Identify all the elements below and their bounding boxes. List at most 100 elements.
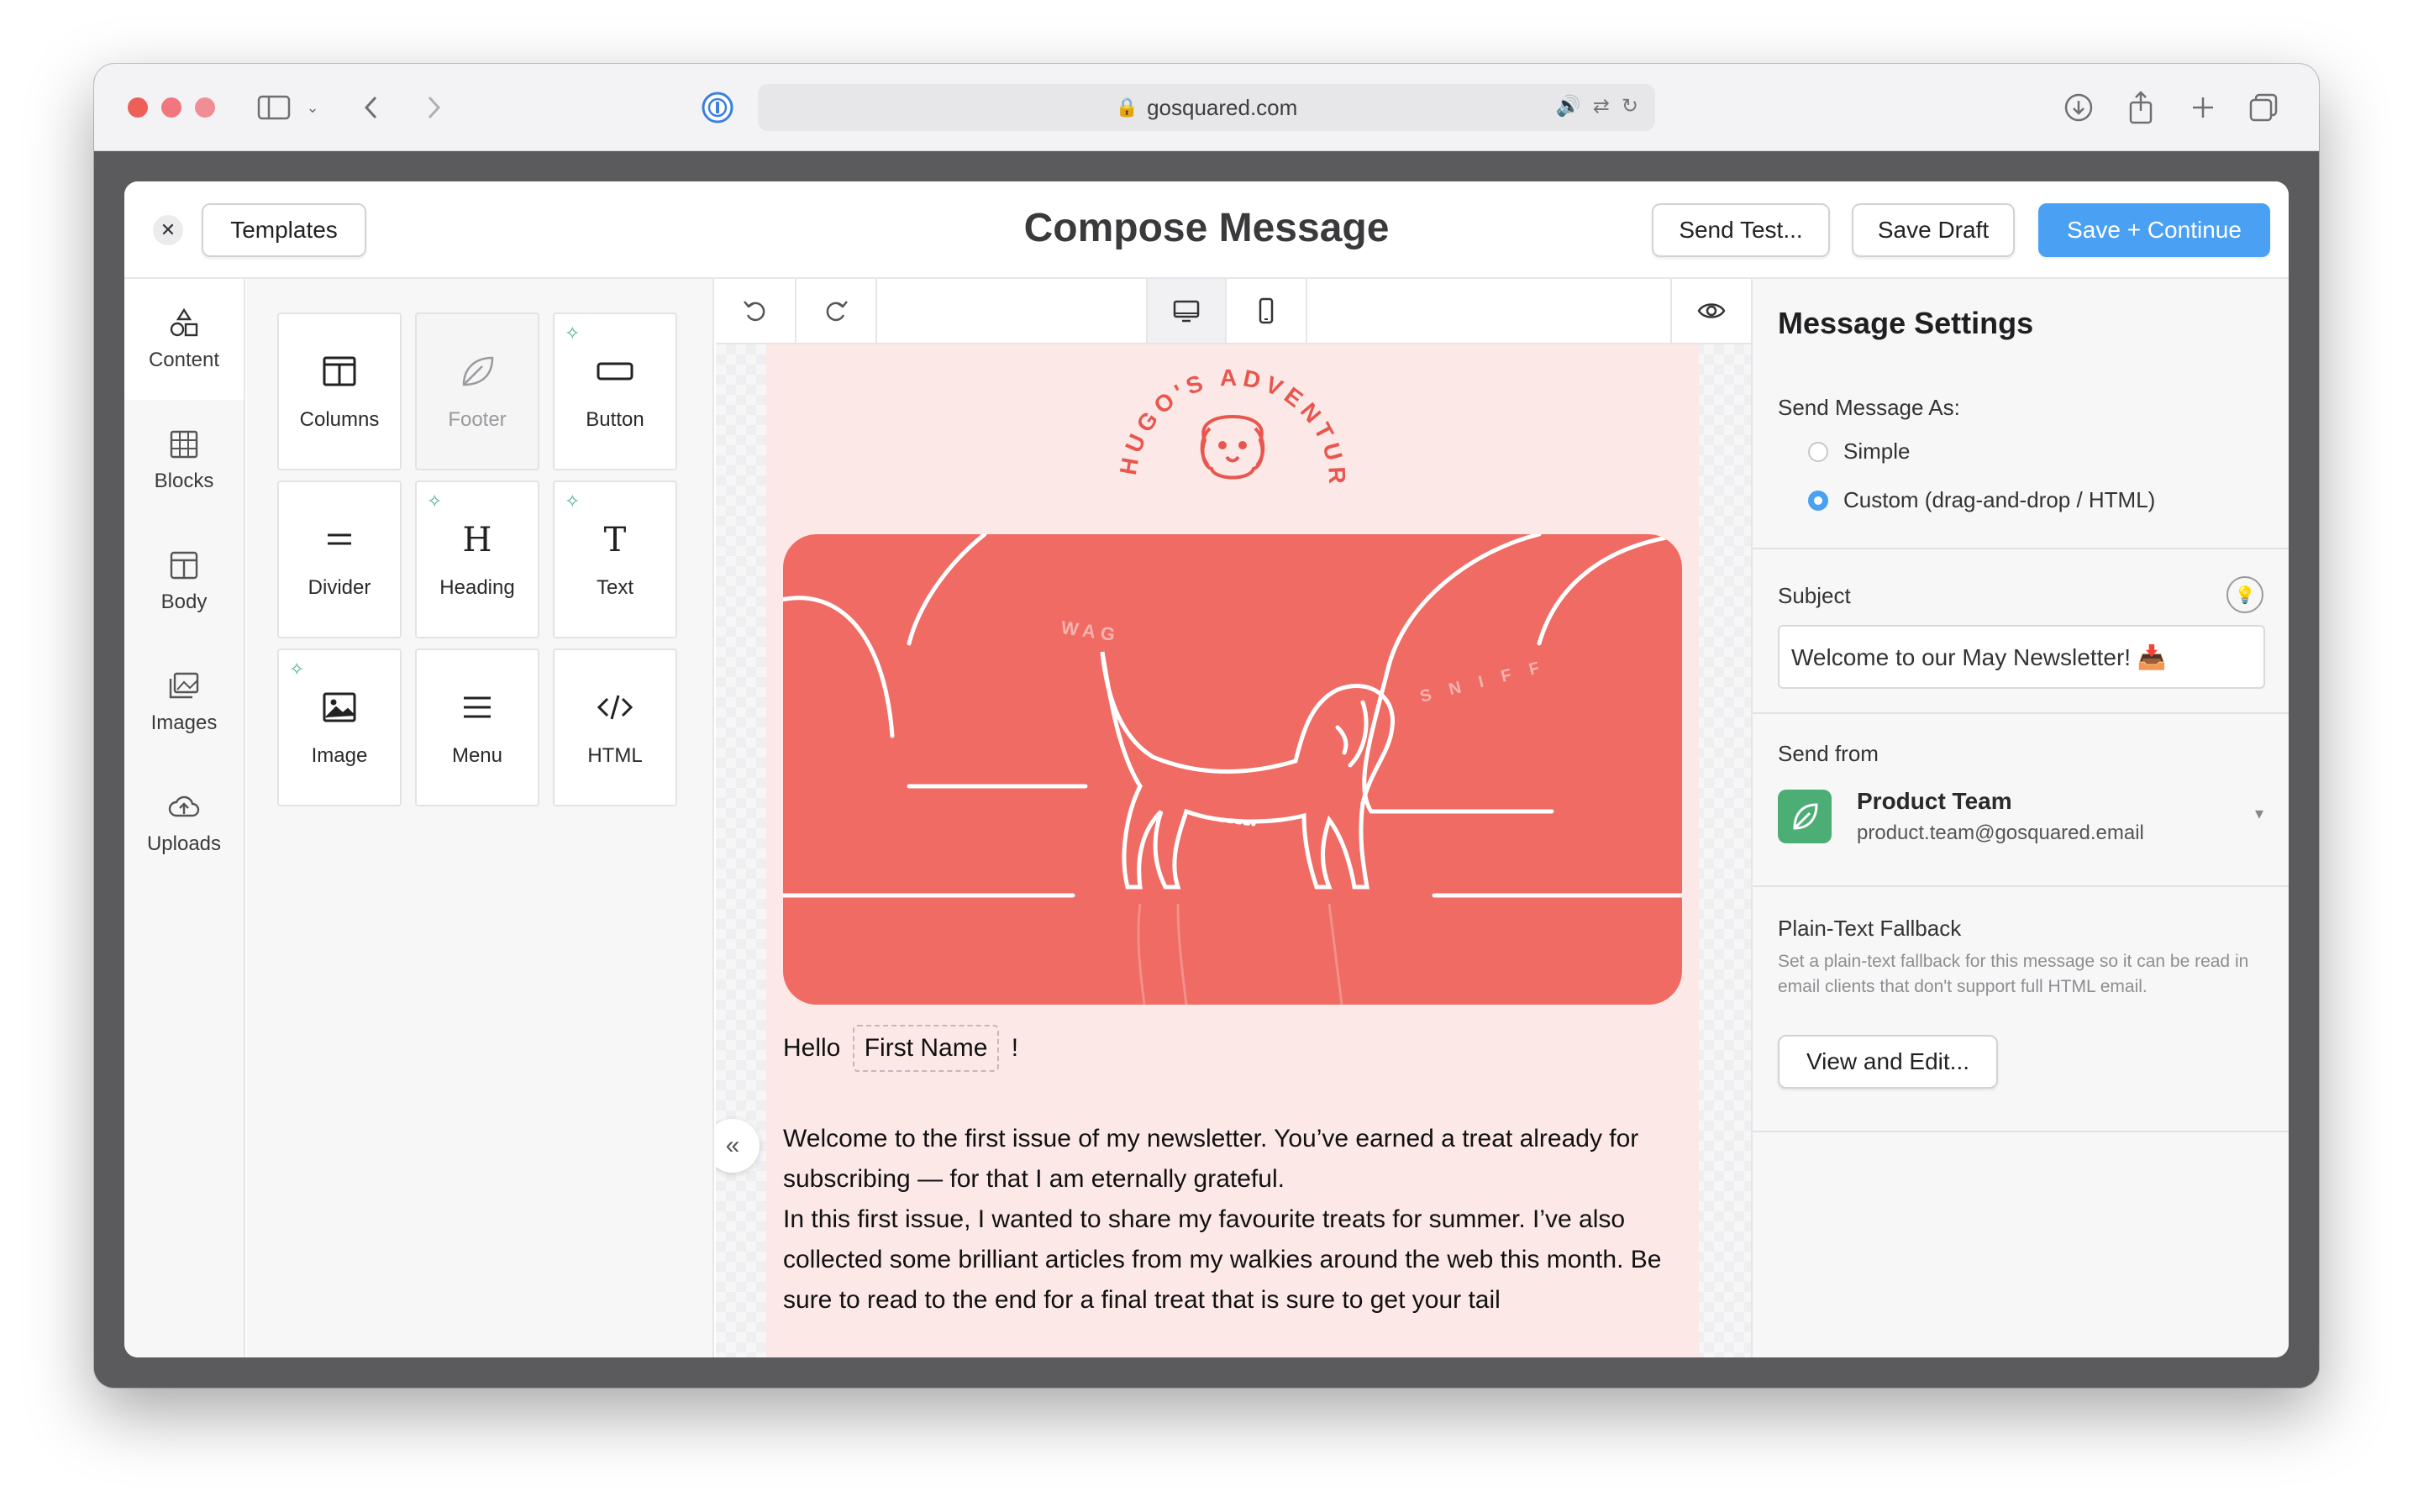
svg-text:H: H [463, 521, 492, 559]
email-canvas: HUGO'S ADVENTURES [716, 279, 1751, 1357]
rail-item-uploads[interactable]: Uploads [124, 763, 244, 884]
tile-footer[interactable]: Footer [415, 312, 539, 470]
send-from-section: Send from Product Team product.team@gosq… [1753, 714, 2289, 887]
leaf-icon [1793, 803, 1818, 830]
editor-nav-rail: Content Blocks Body Images Uploads [124, 279, 245, 1357]
chevron-down-icon[interactable]: ⌄ [302, 89, 323, 126]
rail-item-body[interactable]: Body [124, 521, 244, 642]
download-icon[interactable] [2060, 89, 2097, 126]
close-icon[interactable]: ✕ [153, 215, 183, 245]
tile-label: Text [596, 576, 633, 599]
undo-icon[interactable] [716, 279, 796, 343]
close-window-button[interactable] [128, 97, 148, 118]
save-draft-button[interactable]: Save Draft [1852, 203, 2015, 257]
send-as-label: Send Message As: [1778, 395, 1960, 420]
rail-item-label: Uploads [146, 832, 222, 855]
translate-icon[interactable]: ⇄ [1593, 94, 1610, 118]
address-bar[interactable]: 🔒 gosquared.com 🔊 ⇄ ↻ [758, 84, 1655, 131]
radio-simple[interactable] [1808, 441, 1828, 462]
option-simple[interactable]: Simple [1808, 438, 1910, 465]
sparkle-icon: ✧ [565, 491, 581, 512]
cloud-upload-icon [168, 795, 200, 817]
lock-icon: 🔒 [1115, 97, 1139, 118]
back-icon[interactable] [355, 89, 388, 126]
tile-heading[interactable]: ✧ H Heading [415, 480, 539, 638]
zoom-window-button[interactable] [195, 97, 215, 118]
rail-item-blocks[interactable]: Blocks [124, 400, 244, 521]
hero-image[interactable]: WAG SNIFF [783, 534, 1682, 1005]
subject-label: Subject [1778, 583, 1851, 608]
email-body[interactable]: HUGO'S ADVENTURES [766, 335, 1699, 1357]
greeting-prefix: Hello [783, 1034, 841, 1062]
tile-menu[interactable]: Menu [415, 648, 539, 806]
tile-label: Menu [451, 744, 503, 767]
text-icon: T [604, 521, 627, 559]
greeting-line[interactable]: Hello First Name ! [783, 1025, 1682, 1072]
blocks-icon [170, 430, 198, 459]
rail-item-images[interactable]: Images [124, 642, 244, 763]
reload-icon[interactable]: ↻ [1622, 94, 1638, 118]
radio-custom[interactable] [1808, 490, 1828, 511]
image-icon [323, 692, 356, 722]
sender-avatar [1778, 790, 1832, 843]
compose-message-modal: ✕ Templates Compose Message Send Test...… [124, 181, 2289, 1357]
paragraph-first-issue[interactable]: In this first issue, I wanted to share m… [783, 1200, 1682, 1320]
subject-section: Subject 💡 Welcome to our May Newsletter!… [1753, 549, 2289, 714]
tile-button[interactable]: ✧ Button [553, 312, 677, 470]
mobile-preview-icon[interactable] [1227, 279, 1307, 343]
tile-columns[interactable]: Columns [277, 312, 402, 470]
new-tab-icon[interactable] [2184, 89, 2221, 126]
hero-text-wag: WAG [1059, 617, 1121, 646]
plaintext-help: Set a plain-text fallback for this messa… [1778, 952, 2249, 996]
shapes-icon [170, 307, 198, 337]
tile-label: Button [586, 408, 644, 431]
minimize-window-button[interactable] [161, 97, 181, 118]
tile-label: HTML [587, 744, 643, 767]
preview-eye-icon[interactable] [1670, 279, 1751, 343]
svg-text:HUGO'S ADVENTURES: HUGO'S ADVENTURES [1111, 356, 1350, 489]
chevron-down-icon[interactable]: ▾ [2255, 803, 2263, 824]
tile-label: Divider [308, 576, 371, 599]
rail-item-label: Images [150, 711, 218, 734]
option-custom[interactable]: Custom (drag-and-drop / HTML) [1808, 487, 2155, 513]
option-label: Simple [1843, 438, 1911, 464]
redo-icon[interactable] [796, 279, 877, 343]
content-blocks-panel: Columns Footer ✧ Button Divider ✧ H Head… [247, 279, 714, 1357]
rail-item-label: Body [160, 591, 208, 613]
tile-html[interactable]: HTML [553, 648, 677, 806]
rail-item-content[interactable]: Content [124, 279, 244, 400]
sender-name[interactable]: Product Team [1857, 788, 2012, 815]
view-edit-button[interactable]: View and Edit... [1778, 1035, 1998, 1089]
tile-text[interactable]: ✧ T Text [553, 480, 677, 638]
password-manager-icon[interactable] [699, 89, 736, 126]
first-name-merge-tag[interactable]: First Name [852, 1025, 1000, 1072]
templates-button[interactable]: Templates [202, 203, 366, 257]
tile-divider[interactable]: Divider [277, 480, 402, 638]
save-continue-button[interactable]: Save + Continue [2038, 203, 2270, 257]
divider-icon [328, 533, 351, 545]
tab-overview-icon[interactable] [2245, 89, 2282, 126]
subject-input[interactable]: Welcome to our May Newsletter! 📥 [1778, 625, 2265, 689]
option-label: Custom (drag-and-drop / HTML) [1843, 487, 2156, 512]
tile-image[interactable]: ✧ Image [277, 648, 402, 806]
plaintext-label: Plain-Text Fallback [1778, 916, 1962, 941]
leaf-icon [462, 356, 494, 386]
audio-icon[interactable]: 🔊 [1556, 94, 1581, 118]
message-settings-panel: Message Settings Send Message As: Simple… [1751, 279, 2289, 1357]
sidebar-toggle-icon[interactable] [254, 89, 294, 126]
sparkle-icon: ✧ [289, 659, 305, 680]
lightbulb-icon[interactable]: 💡 [2226, 576, 2263, 613]
sender-email[interactable]: product.team@gosquared.email [1857, 822, 2144, 845]
modal-header: ✕ Templates Compose Message Send Test...… [124, 181, 2289, 279]
layout-icon [170, 551, 198, 580]
plaintext-section: Plain-Text Fallback Set a plain-text fal… [1753, 887, 2289, 1132]
svg-text:T: T [604, 521, 627, 559]
forward-icon[interactable] [417, 89, 450, 126]
send-test-button[interactable]: Send Test... [1652, 203, 1830, 257]
images-icon [169, 672, 199, 699]
desktop-preview-icon[interactable] [1146, 279, 1227, 343]
share-icon[interactable] [2122, 89, 2159, 126]
paragraph-welcome[interactable]: Welcome to the first issue of my newslet… [783, 1119, 1682, 1200]
url-text: gosquared.com [1147, 94, 1298, 120]
hugos-adventures-logo[interactable]: HUGO'S ADVENTURES [1101, 335, 1354, 516]
